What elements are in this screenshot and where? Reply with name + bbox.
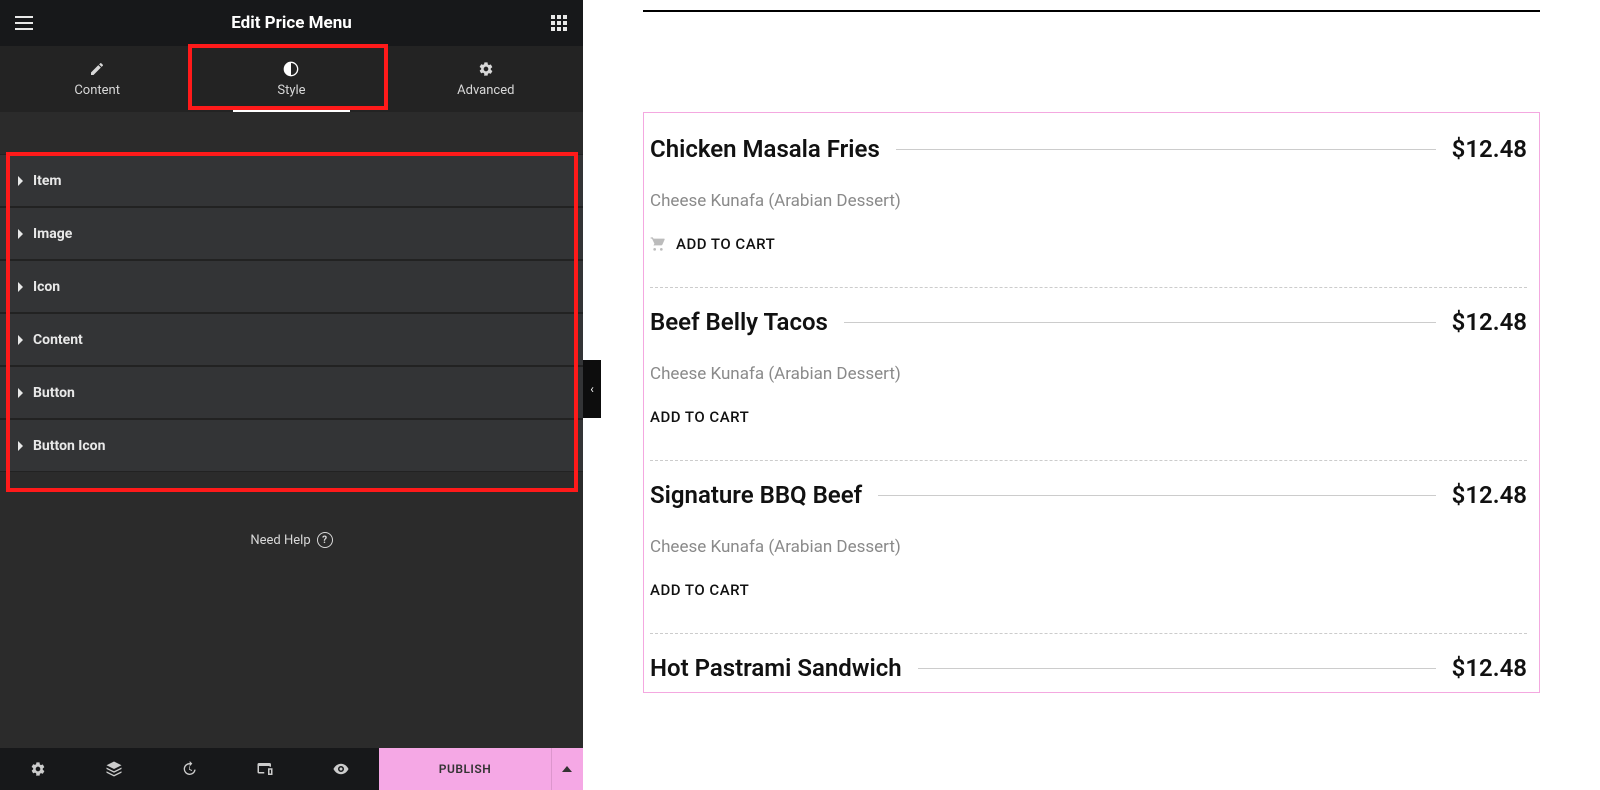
menu-item-price: $12.48 <box>1452 481 1527 509</box>
preview-canvas: Chicken Masala Fries $12.48 Cheese Kunaf… <box>583 0 1600 790</box>
style-accordions: Item Image Icon Content Button Button Ic… <box>0 112 583 472</box>
tab-content[interactable]: Content <box>0 46 194 112</box>
editor-tabs: Content Style Advanced <box>0 46 583 112</box>
gear-icon <box>478 61 494 77</box>
add-to-cart-button[interactable]: ADD TO CART <box>650 408 1527 426</box>
tab-content-label: Content <box>74 83 120 98</box>
add-to-cart-label: ADD TO CART <box>650 408 749 426</box>
menu-item-title: Signature BBQ Beef <box>650 481 862 509</box>
chevron-right-icon <box>18 388 23 398</box>
menu-icon[interactable] <box>10 9 38 37</box>
navigator-button[interactable] <box>76 748 152 790</box>
basket-icon <box>650 236 666 252</box>
menu-item-title: Chicken Masala Fries <box>650 135 880 163</box>
settings-button[interactable] <box>0 748 76 790</box>
tab-advanced-label: Advanced <box>457 83 514 98</box>
price-menu-widget[interactable]: Chicken Masala Fries $12.48 Cheese Kunaf… <box>643 112 1540 693</box>
tab-advanced[interactable]: Advanced <box>389 46 583 112</box>
divider <box>643 10 1540 12</box>
menu-item-price: $12.48 <box>1452 135 1527 163</box>
accordion-label: Button <box>33 385 75 401</box>
accordion-image[interactable]: Image <box>0 207 583 260</box>
add-to-cart-label: ADD TO CART <box>676 235 775 253</box>
publish-options-button[interactable] <box>551 748 583 790</box>
menu-item: Signature BBQ Beef $12.48 Cheese Kunafa … <box>650 471 1527 634</box>
history-button[interactable] <box>152 748 228 790</box>
add-to-cart-button[interactable]: ADD TO CART <box>650 581 1527 599</box>
accordion-icon[interactable]: Icon <box>0 260 583 313</box>
separator-line <box>918 668 1436 669</box>
menu-item: Hot Pastrami Sandwich $12.48 <box>650 644 1527 682</box>
apps-icon[interactable] <box>545 9 573 37</box>
responsive-button[interactable] <box>227 748 303 790</box>
grid-icon <box>551 15 567 31</box>
chevron-left-icon: ‹ <box>590 382 594 396</box>
devices-icon <box>256 760 274 778</box>
menu-item-desc: Cheese Kunafa (Arabian Dessert) <box>650 364 1527 384</box>
accordion-button[interactable]: Button <box>0 366 583 419</box>
panel-header: Edit Price Menu <box>0 0 583 46</box>
add-to-cart-button[interactable]: ADD TO CART <box>650 235 1527 253</box>
pencil-icon <box>89 61 105 77</box>
menu-item-price: $12.48 <box>1452 308 1527 336</box>
chevron-right-icon <box>18 335 23 345</box>
accordion-label: Image <box>33 226 72 242</box>
accordion-label: Icon <box>33 279 60 295</box>
menu-item-price: $12.48 <box>1452 654 1527 682</box>
menu-item: Beef Belly Tacos $12.48 Cheese Kunafa (A… <box>650 298 1527 461</box>
menu-item-desc: Cheese Kunafa (Arabian Dessert) <box>650 537 1527 557</box>
chevron-up-icon <box>562 766 572 772</box>
accordion-label: Button Icon <box>33 438 105 454</box>
menu-item-title: Hot Pastrami Sandwich <box>650 654 902 682</box>
need-help-link[interactable]: Need Help ? <box>250 532 332 548</box>
collapse-panel-button[interactable]: ‹ <box>583 360 601 418</box>
menu-item-desc: Cheese Kunafa (Arabian Dessert) <box>650 191 1527 211</box>
chevron-right-icon <box>18 441 23 451</box>
menu-item-title: Beef Belly Tacos <box>650 308 828 336</box>
accordion-label: Content <box>33 332 83 348</box>
accordion-label: Item <box>33 173 62 189</box>
panel-footer: PUBLISH <box>0 748 583 790</box>
accordion-content[interactable]: Content <box>0 313 583 366</box>
separator-line <box>878 495 1435 496</box>
preview-button[interactable] <box>303 748 379 790</box>
layers-icon <box>105 760 123 778</box>
contrast-icon <box>283 61 299 77</box>
chevron-right-icon <box>18 282 23 292</box>
add-to-cart-label: ADD TO CART <box>650 581 749 599</box>
need-help-label: Need Help <box>250 533 310 548</box>
chevron-right-icon <box>18 229 23 239</box>
accordion-item[interactable]: Item <box>0 154 583 207</box>
gear-icon <box>30 761 46 777</box>
history-icon <box>181 761 197 777</box>
editor-panel: Edit Price Menu Content Style Advanced I… <box>0 0 583 790</box>
accordion-button-icon[interactable]: Button Icon <box>0 419 583 472</box>
question-icon: ? <box>317 532 333 548</box>
panel-title: Edit Price Menu <box>38 13 545 33</box>
hamburger-icon <box>15 16 33 30</box>
tab-style[interactable]: Style <box>194 46 388 112</box>
menu-item: Chicken Masala Fries $12.48 Cheese Kunaf… <box>650 125 1527 288</box>
tab-style-label: Style <box>277 83 305 98</box>
publish-button[interactable]: PUBLISH <box>379 748 551 790</box>
separator-line <box>896 149 1436 150</box>
separator-line <box>844 322 1436 323</box>
panel-spacer: Need Help ? <box>0 472 583 748</box>
chevron-right-icon <box>18 176 23 186</box>
eye-icon <box>332 760 350 778</box>
